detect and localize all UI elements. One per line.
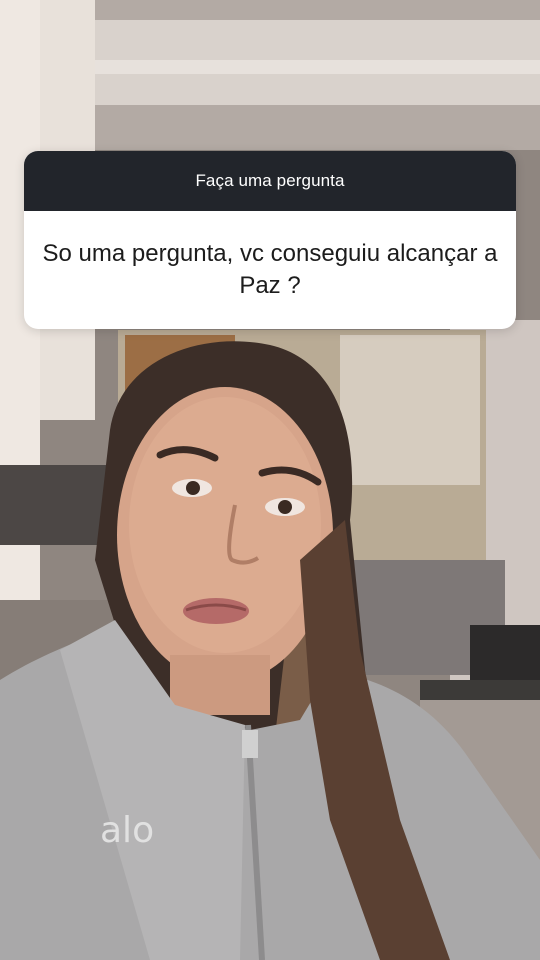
question-text: So uma pergunta, vc conseguiu alcançar a… (42, 240, 498, 299)
sweatshirt-logo: alo (100, 810, 154, 851)
question-sticker-title: Faça uma pergunta (195, 171, 345, 190)
background-photo: alo (0, 0, 540, 960)
question-sticker: Faça uma pergunta So uma pergunta, vc co… (24, 151, 516, 329)
question-sticker-body: So uma pergunta, vc conseguiu alcançar a… (24, 211, 516, 329)
question-sticker-header: Faça uma pergunta (24, 151, 516, 211)
